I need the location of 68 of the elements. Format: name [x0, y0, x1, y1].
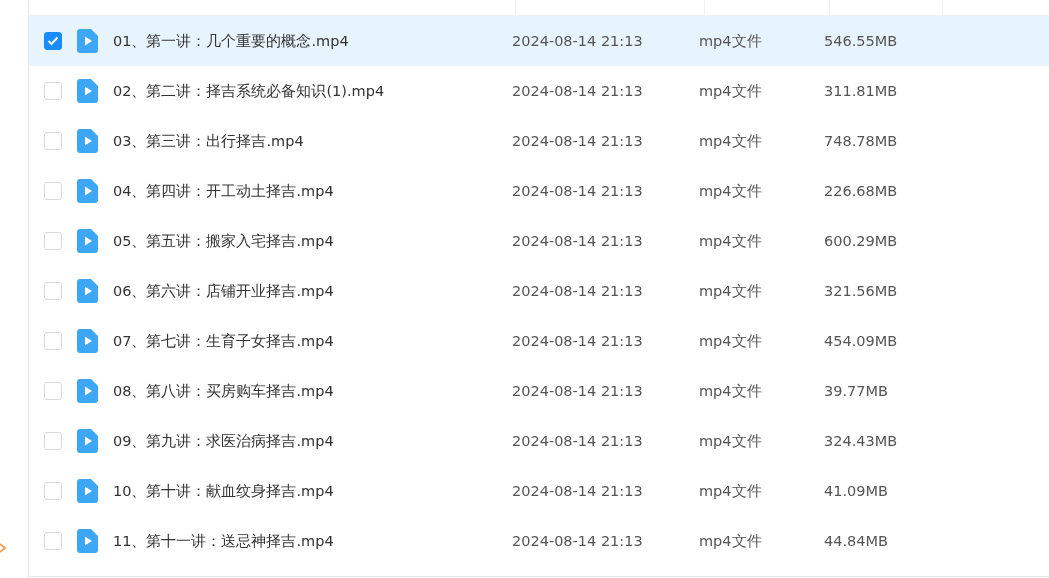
- file-row[interactable]: 03、第三讲：出行择吉.mp4 2024-08-14 21:13 mp4文件 748.78MB: [29, 116, 1049, 166]
- file-row[interactable]: 10、第十讲：献血纹身择吉.mp4 2024-08-14 21:13 mp4文件 41.09MB: [29, 466, 1049, 516]
- file-size: 44.84MB: [824, 533, 888, 549]
- modified-time: 2024-08-14 21:13: [512, 183, 644, 199]
- file-name: 09、第九讲：求医治病择吉.mp4: [113, 431, 335, 451]
- file-row[interactable]: 06、第六讲：店铺开业择吉.mp4 2024-08-14 21:13 mp4文件 321.56MB: [29, 266, 1049, 316]
- file-row[interactable]: 07、第七讲：生育子女择吉.mp4 2024-08-14 21:13 mp4文件 454.09MB: [29, 316, 1049, 366]
- video-file-icon: [77, 29, 98, 53]
- modified-time: 2024-08-14 21:13: [512, 483, 644, 499]
- file-name: 02、第二讲：择吉系统必备知识(1).mp4: [113, 81, 386, 101]
- modified-time: 2024-08-14 21:13: [512, 433, 644, 449]
- chevron-icon: [0, 542, 6, 554]
- file-row[interactable]: 05、第五讲：搬家入宅择吉.mp4 2024-08-14 21:13 mp4文件 600.29MB: [29, 216, 1049, 266]
- file-row[interactable]: 02、第二讲：择吉系统必备知识(1).mp4 2024-08-14 21:13 mp4文件 311.81MB: [29, 66, 1049, 116]
- file-size: 454.09MB: [824, 333, 898, 349]
- file-type: mp4文件: [699, 431, 763, 451]
- file-size: 226.68MB: [824, 183, 898, 199]
- file-size: 311.81MB: [824, 83, 898, 99]
- file-type: mp4文件: [699, 481, 763, 501]
- file-row[interactable]: 04、第四讲：开工动土择吉.mp4 2024-08-14 21:13 mp4文件 226.68MB: [29, 166, 1049, 216]
- file-size: 546.55MB: [824, 33, 898, 49]
- file-size: 321.56MB: [824, 283, 898, 299]
- file-row[interactable]: 08、第八讲：买房购车择吉.mp4 2024-08-14 21:13 mp4文件 39.77MB: [29, 366, 1049, 416]
- file-name: 04、第四讲：开工动土择吉.mp4: [113, 181, 335, 201]
- file-name: 03、第三讲：出行择吉.mp4: [113, 131, 305, 151]
- modified-time: 2024-08-14 21:13: [512, 133, 644, 149]
- video-file-icon: [77, 429, 98, 453]
- video-file-icon: [77, 129, 98, 153]
- file-type: mp4文件: [699, 531, 763, 551]
- file-type: mp4文件: [699, 231, 763, 251]
- file-type: mp4文件: [699, 331, 763, 351]
- video-file-icon: [77, 529, 98, 553]
- file-type: mp4文件: [699, 381, 763, 401]
- file-size: 39.77MB: [824, 383, 888, 399]
- modified-time: 2024-08-14 21:13: [512, 33, 644, 49]
- modified-time: 2024-08-14 21:13: [512, 383, 644, 399]
- video-file-icon: [77, 229, 98, 253]
- row-checkbox[interactable]: [44, 32, 62, 50]
- video-file-icon: [77, 79, 98, 103]
- file-type: mp4文件: [699, 131, 763, 151]
- modified-time: 2024-08-14 21:13: [512, 233, 644, 249]
- file-name: 01、第一讲：几个重要的概念.mp4: [113, 31, 350, 51]
- modified-time: 2024-08-14 21:13: [512, 83, 644, 99]
- file-name: 06、第六讲：店铺开业择吉.mp4: [113, 281, 335, 301]
- file-name: 10、第十讲：献血纹身择吉.mp4: [113, 481, 335, 501]
- modified-time: 2024-08-14 21:13: [512, 333, 644, 349]
- file-size: 324.43MB: [824, 433, 898, 449]
- modified-time: 2024-08-14 21:13: [512, 533, 644, 549]
- video-file-icon: [77, 379, 98, 403]
- file-size: 600.29MB: [824, 233, 898, 249]
- file-row[interactable]: 09、第九讲：求医治病择吉.mp4 2024-08-14 21:13 mp4文件 324.43MB: [29, 416, 1049, 466]
- file-row[interactable]: 01、第一讲：几个重要的概念.mp4 2024-08-14 21:13 mp4文件 546.55MB: [29, 16, 1049, 66]
- file-size: 748.78MB: [824, 133, 898, 149]
- video-file-icon: [77, 179, 98, 203]
- file-name: 08、第八讲：买房购车择吉.mp4: [113, 381, 335, 401]
- modified-time: 2024-08-14 21:13: [512, 283, 644, 299]
- file-name: 05、第五讲：搬家入宅择吉.mp4: [113, 231, 335, 251]
- file-type: mp4文件: [699, 181, 763, 201]
- file-type: mp4文件: [699, 31, 763, 51]
- file-name: 07、第七讲：生育子女择吉.mp4: [113, 331, 335, 351]
- video-file-icon: [77, 479, 98, 503]
- video-file-icon: [77, 329, 98, 353]
- file-row[interactable]: 11、第十一讲：送忌神择吉.mp4 2024-08-14 21:13 mp4文件 44.84MB: [29, 516, 1049, 566]
- video-file-icon: [77, 279, 98, 303]
- file-size: 41.09MB: [824, 483, 888, 499]
- file-type: mp4文件: [699, 81, 763, 101]
- file-type: mp4文件: [699, 281, 763, 301]
- file-name: 11、第十一讲：送忌神择吉.mp4: [113, 531, 335, 551]
